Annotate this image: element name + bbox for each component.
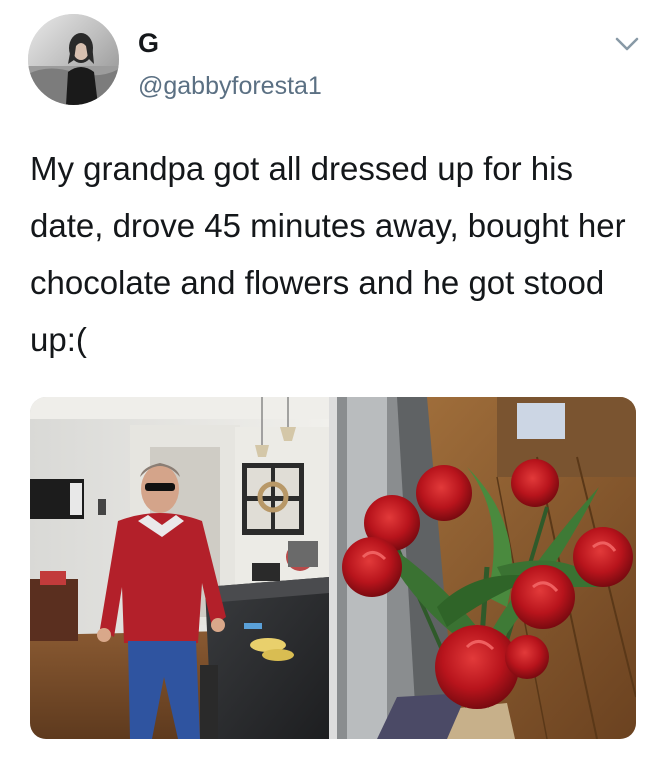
photo-roses-image bbox=[337, 397, 636, 739]
media-grid bbox=[30, 397, 636, 739]
chevron-down-icon[interactable] bbox=[614, 34, 640, 54]
tweet-card: G @gabbyforesta1 My grandpa got all dres… bbox=[0, 0, 665, 781]
user-handle[interactable]: @gabbyforesta1 bbox=[138, 72, 322, 101]
photo-roses[interactable] bbox=[337, 397, 636, 739]
photo-grandpa-image bbox=[30, 397, 329, 739]
tweet-text: My grandpa got all dressed up for his da… bbox=[30, 150, 626, 358]
photo-grandpa[interactable] bbox=[30, 397, 329, 739]
tweet-header: G @gabbyforesta1 bbox=[28, 14, 648, 106]
display-name[interactable]: G bbox=[138, 28, 160, 59]
avatar[interactable] bbox=[28, 14, 119, 105]
avatar-image bbox=[28, 14, 119, 105]
